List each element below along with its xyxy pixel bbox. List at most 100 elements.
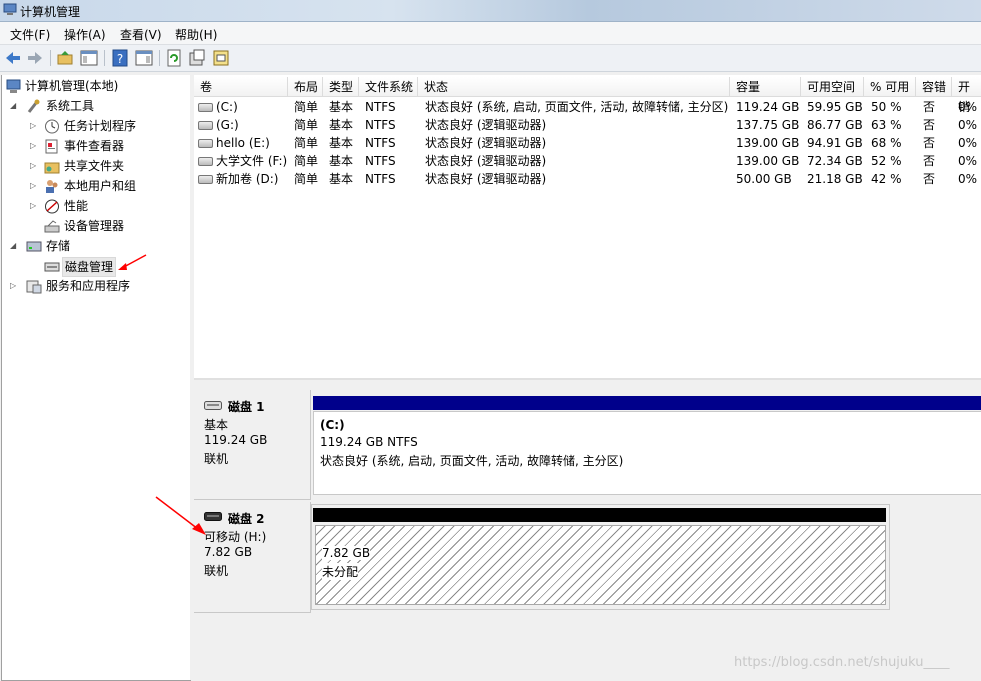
table-cell-type: 基本 [329, 172, 354, 186]
table-row[interactable]: hello (E:) 简单 基本 NTFS 状态良好 (逻辑驱动器) 139.00 GB 9… [194, 134, 981, 152]
unallocated-space[interactable]: 7.82 GB 未分配 [315, 525, 886, 605]
volume-name: 大学文件 (F:) [216, 154, 288, 168]
disk-2-state: 联机 [204, 564, 229, 578]
collapsed-arrow-icon[interactable]: ▷ [30, 117, 40, 135]
table-row[interactable]: (G:) 简单 基本 NTFS 状态良好 (逻辑驱动器) 137.75 GB 86.77 G… [194, 116, 981, 134]
table-cell-name: 新加卷 (D:) [198, 170, 288, 188]
column-header-capacity[interactable]: 容量 [730, 77, 801, 97]
properties-icon[interactable] [188, 49, 206, 67]
collapsed-arrow-icon[interactable]: ▷ [30, 137, 40, 155]
table-cell-layout: 简单 [294, 154, 319, 168]
table-cell-type: 基本 [329, 154, 354, 168]
table-cell-overhead: 0% [958, 172, 978, 186]
up-folder-icon[interactable] [56, 49, 74, 67]
table-cell-status: 状态良好 (逻辑驱动器) [425, 154, 547, 168]
table-row[interactable]: 新加卷 (D:) 简单 基本 NTFS 状态良好 (逻辑驱动器) 50.00 GB 21.1… [194, 170, 981, 188]
tree-label: 共享文件夹 [64, 159, 125, 173]
table-row[interactable]: 大学文件 (F:) 简单 基本 NTFS 状态良好 (逻辑驱动器) 139.00 GB 72… [194, 152, 981, 170]
table-row[interactable]: (C:) 简单 基本 NTFS 状态良好 (系统, 启动, 页面文件, 活动, 故障转储… [194, 98, 981, 116]
tree-label: 计算机管理(本地) [25, 79, 119, 93]
performance-icon [45, 199, 59, 214]
disk-2-size: 7.82 GB [204, 545, 253, 559]
tree-label: 服务和应用程序 [46, 279, 131, 293]
collapsed-arrow-icon[interactable]: ▷ [10, 277, 20, 295]
expanded-arrow-icon[interactable]: ◢ [10, 97, 20, 115]
partition-c[interactable]: (C:) 119.24 GB NTFS 状态良好 (系统, 启动, 页面文件, … [313, 411, 981, 495]
help-icon[interactable]: ? [111, 49, 129, 67]
disk-1-size: 119.24 GB [204, 433, 268, 447]
menu-action[interactable]: 操作(A) [64, 26, 106, 43]
partition-c-size-fs: 119.24 GB NTFS [320, 435, 418, 449]
partition-c-label: (C:) [320, 418, 345, 432]
table-cell-name: (C:) [198, 98, 288, 116]
column-header-free-space[interactable]: 可用空间 [801, 77, 864, 97]
column-header-volume[interactable]: 卷 [194, 77, 288, 97]
table-cell-capacity: 137.75 GB [736, 118, 800, 132]
table-cell-free: 21.18 GB [807, 172, 863, 186]
menu-bar: 文件(F) 操作(A) 查看(V) 帮助(H) [0, 22, 981, 45]
table-cell-status: 状态良好 (逻辑驱动器) [425, 172, 547, 186]
toolbar: ? [0, 45, 981, 72]
toolbar-separator [159, 50, 160, 66]
refresh-icon[interactable] [165, 49, 183, 67]
table-cell-pct: 50 % [871, 100, 902, 114]
table-cell-overhead: 0% [958, 100, 978, 114]
table-cell-capacity: 139.00 GB [736, 154, 800, 168]
table-cell-fs: NTFS [365, 172, 396, 186]
table-cell-layout: 简单 [294, 118, 319, 132]
volume-icon [198, 175, 213, 184]
table-cell-capacity: 119.24 GB [736, 100, 800, 114]
back-arrow-icon[interactable] [4, 49, 22, 67]
volume-name: (G:) [216, 118, 239, 132]
column-header-layout[interactable]: 布局 [288, 77, 323, 97]
table-cell-pct: 63 % [871, 118, 902, 132]
volume-name: hello (E:) [216, 136, 270, 150]
disk-graphical-view: 磁盘 1 基本 119.24 GB 联机 (C:) 119.24 GB NTFS… [155, 380, 981, 680]
column-header-overhead[interactable]: 开销 [952, 77, 981, 114]
disk-1-type: 基本 [204, 418, 229, 432]
collapsed-arrow-icon[interactable]: ▷ [30, 157, 40, 175]
disk-icon [204, 401, 222, 410]
volume-icon [198, 121, 213, 130]
volume-icon [198, 103, 213, 112]
disk-management-icon [44, 262, 60, 272]
disk-1-info[interactable]: 磁盘 1 基本 119.24 GB 联机 [194, 390, 311, 500]
column-header-status[interactable]: 状态 [418, 77, 730, 97]
action-pane-icon[interactable] [135, 49, 153, 67]
table-cell-status: 状态良好 (逻辑驱动器) [425, 118, 547, 132]
watermark: https://blog.csdn.net/shujuku____ [734, 655, 950, 670]
expanded-arrow-icon[interactable]: ◢ [10, 237, 20, 255]
table-cell-fault: 否 [923, 154, 936, 168]
table-cell-type: 基本 [329, 136, 354, 150]
column-header-type[interactable]: 类型 [323, 77, 359, 97]
table-cell-layout: 简单 [294, 100, 319, 114]
tree-label: 性能 [64, 199, 89, 213]
table-cell-layout: 简单 [294, 136, 319, 150]
menu-help[interactable]: 帮助(H) [175, 26, 217, 43]
users-icon [46, 180, 58, 193]
table-cell-fs: NTFS [365, 118, 396, 132]
show-tree-icon[interactable] [80, 49, 98, 67]
collapsed-arrow-icon[interactable]: ▷ [30, 197, 40, 215]
menu-view[interactable]: 查看(V) [120, 26, 162, 43]
table-cell-capacity: 50.00 GB [736, 172, 792, 186]
column-header-fault-tolerance[interactable]: 容错 [916, 77, 952, 97]
collapsed-arrow-icon[interactable]: ▷ [30, 177, 40, 195]
navigation-tree: 计算机管理(本地) ◢ 系统工具 ▷ 任务计划程序 ▷ 事件查看器 ▷ 共享文件… [1, 75, 191, 681]
column-header-percent-free[interactable]: % 可用 [864, 77, 916, 97]
export-icon[interactable] [212, 49, 230, 67]
volume-name: 新加卷 (D:) [216, 172, 279, 186]
menu-file[interactable]: 文件(F) [10, 26, 50, 43]
volume-icon [198, 139, 213, 148]
forward-arrow-icon[interactable] [26, 49, 44, 67]
table-cell-type: 基本 [329, 118, 354, 132]
table-cell-status: 状态良好 (逻辑驱动器) [425, 136, 547, 150]
table-cell-name: 大学文件 (F:) [198, 152, 288, 170]
table-cell-overhead: 0% [958, 118, 978, 132]
table-cell-layout: 简单 [294, 172, 319, 186]
column-header-filesystem[interactable]: 文件系统 [359, 77, 418, 97]
table-cell-free: 59.95 GB [807, 100, 863, 114]
table-cell-fault: 否 [923, 172, 936, 186]
table-cell-free: 72.34 GB [807, 154, 863, 168]
table-cell-overhead: 0% [958, 136, 978, 150]
